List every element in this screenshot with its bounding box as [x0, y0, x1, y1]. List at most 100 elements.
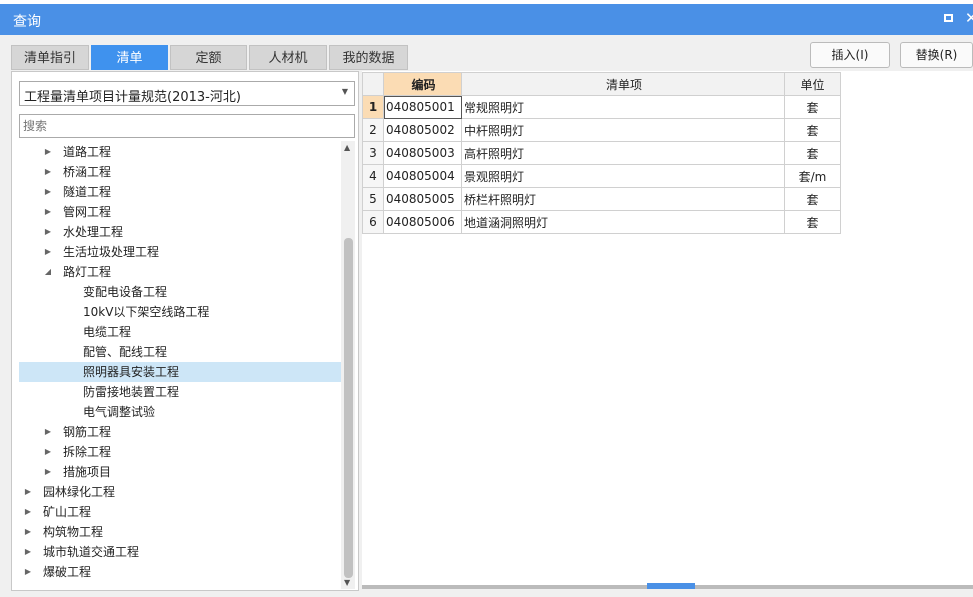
row-number: 6 [362, 210, 384, 234]
table-row[interactable]: 3 040805003 高杆照明灯套 [362, 141, 841, 165]
cell-name[interactable]: 高杆照明灯 [461, 141, 785, 165]
tree-item-label: 管网工程 [63, 205, 112, 219]
tree-item[interactable]: ▶ 爆破工程 [19, 562, 341, 582]
replace-button[interactable]: 替换(R) [900, 42, 973, 68]
collapse-arrow-icon[interactable]: ▶ [43, 222, 53, 242]
tree-item[interactable]: 防雷接地装置工程 [19, 382, 341, 402]
column-header-name[interactable]: 清单项 [461, 72, 785, 96]
tree-item[interactable]: 10kV以下架空线路工程 [19, 302, 341, 322]
cell-code[interactable]: 040805003 [383, 141, 462, 165]
tree-item[interactable]: ▶ 隧道工程 [19, 182, 341, 202]
tree-item-label: 水处理工程 [63, 225, 124, 239]
cell-unit[interactable]: 套 [784, 187, 841, 211]
collapse-arrow-icon[interactable]: ▶ [43, 162, 53, 182]
cell-unit[interactable]: 套 [784, 118, 841, 142]
cell-code[interactable]: 040805005 [383, 187, 462, 211]
tree-item-label: 照明器具安装工程 [83, 365, 180, 379]
tree-scrollbar[interactable]: ▲ ▼ [341, 141, 355, 589]
row-number: 2 [362, 118, 384, 142]
collapse-arrow-icon[interactable]: ▶ [43, 242, 53, 262]
tab-my-data[interactable]: 我的数据 [329, 45, 408, 70]
row-number: 5 [362, 187, 384, 211]
tree-item-label: 防雷接地装置工程 [83, 385, 180, 399]
cell-name[interactable]: 桥栏杆照明灯 [461, 187, 785, 211]
expand-arrow-icon[interactable]: ◢ [43, 262, 53, 282]
cell-code[interactable]: 040805004 [383, 164, 462, 188]
collapse-arrow-icon[interactable]: ▶ [23, 542, 33, 562]
scroll-up-icon[interactable]: ▲ [344, 143, 350, 152]
tree-item[interactable]: 电气调整试验 [19, 402, 341, 422]
tree-item[interactable]: ▶ 构筑物工程 [19, 522, 341, 542]
cell-code[interactable]: 040805006 [383, 210, 462, 234]
tree-item[interactable]: ▶ 矿山工程 [19, 502, 341, 522]
cell-name[interactable]: 景观照明灯 [461, 164, 785, 188]
collapse-arrow-icon[interactable]: ▶ [23, 482, 33, 502]
spec-select[interactable]: 工程量清单项目计量规范(2013-河北) ▼ [19, 81, 355, 106]
tab-quota[interactable]: 定额 [170, 45, 247, 70]
tree-item[interactable]: ▶ 桥涵工程 [19, 162, 341, 182]
cell-name[interactable]: 地道涵洞照明灯 [461, 210, 785, 234]
collapse-arrow-icon[interactable]: ▶ [23, 562, 33, 582]
table-row[interactable]: 5 040805005 桥栏杆照明灯套 [362, 187, 841, 211]
tree-item[interactable]: ▶ 生活垃圾处理工程 [19, 242, 341, 262]
tree-item-label: 城市轨道交通工程 [43, 545, 140, 559]
tree-item-label: 10kV以下架空线路工程 [83, 305, 210, 319]
cell-code[interactable]: 040805001 [383, 95, 462, 119]
bill-grid: 编码 清单项 单位 1 040805001 常规照明灯套 2 040805002 中杆照明… [362, 72, 841, 234]
collapse-arrow-icon[interactable]: ▶ [43, 182, 53, 202]
collapse-arrow-icon[interactable]: ▶ [23, 502, 33, 522]
tab-bill[interactable]: 清单 [91, 45, 168, 70]
tree-item[interactable]: ▶ 水处理工程 [19, 222, 341, 242]
splitter-grip[interactable] [647, 583, 695, 589]
scroll-thumb[interactable] [344, 238, 353, 578]
tab-labor-material[interactable]: 人材机 [249, 45, 327, 70]
cell-unit[interactable]: 套/m [784, 164, 841, 188]
cell-code[interactable]: 040805002 [383, 118, 462, 142]
tree-item-label: 电缆工程 [83, 325, 132, 339]
table-row[interactable]: 2 040805002 中杆照明灯套 [362, 118, 841, 142]
tree-item-label: 生活垃圾处理工程 [63, 245, 160, 259]
splitter-bar[interactable] [362, 583, 973, 589]
close-icon[interactable]: ✕ [965, 9, 973, 27]
cell-unit[interactable]: 套 [784, 141, 841, 165]
cell-name[interactable]: 常规照明灯 [461, 95, 785, 119]
tree-item[interactable]: ▶ 钢筋工程 [19, 422, 341, 442]
table-row[interactable]: 6 040805006 地道涵洞照明灯套 [362, 210, 841, 234]
column-header-unit[interactable]: 单位 [784, 72, 841, 96]
grid-header-row: 编码 清单项 单位 [362, 72, 841, 96]
tree-item-label: 隧道工程 [63, 185, 112, 199]
window-title: 查询 [13, 14, 41, 30]
column-header-code[interactable]: 编码 [383, 72, 462, 96]
tree-item[interactable]: ▶ 拆除工程 [19, 442, 341, 462]
collapse-arrow-icon[interactable]: ▶ [43, 442, 53, 462]
insert-button[interactable]: 插入(I) [810, 42, 890, 68]
tree-item[interactable]: ▶ 园林绿化工程 [19, 482, 341, 502]
collapse-arrow-icon[interactable]: ▶ [43, 462, 53, 482]
tree-item[interactable]: 照明器具安装工程 [19, 362, 341, 382]
tree-item-label: 道路工程 [63, 145, 112, 159]
cell-unit[interactable]: 套 [784, 95, 841, 119]
tree-item[interactable]: ▶ 道路工程 [19, 142, 341, 162]
scroll-down-icon[interactable]: ▼ [344, 578, 350, 587]
tab-guide[interactable]: 清单指引 [11, 45, 89, 70]
collapse-arrow-icon[interactable]: ▶ [23, 522, 33, 542]
cell-name[interactable]: 中杆照明灯 [461, 118, 785, 142]
tree-item[interactable]: ▶ 管网工程 [19, 202, 341, 222]
search-input[interactable] [19, 114, 355, 138]
tree-item[interactable]: 电缆工程 [19, 322, 341, 342]
row-number: 3 [362, 141, 384, 165]
row-number: 4 [362, 164, 384, 188]
tree-item[interactable]: 变配电设备工程 [19, 282, 341, 302]
tree-item[interactable]: 配管、配线工程 [19, 342, 341, 362]
maximize-icon[interactable] [944, 14, 953, 22]
tree-item[interactable]: ▶ 措施项目 [19, 462, 341, 482]
table-row[interactable]: 1 040805001 常规照明灯套 [362, 95, 841, 119]
cell-unit[interactable]: 套 [784, 210, 841, 234]
table-row[interactable]: 4 040805004 景观照明灯 套/m [362, 164, 841, 188]
collapse-arrow-icon[interactable]: ▶ [43, 202, 53, 222]
tree-item[interactable]: ◢ 路灯工程 [19, 262, 341, 282]
collapse-arrow-icon[interactable]: ▶ [43, 422, 53, 442]
tree-item-label: 桥涵工程 [63, 165, 112, 179]
tree-item[interactable]: ▶ 城市轨道交通工程 [19, 542, 341, 562]
collapse-arrow-icon[interactable]: ▶ [43, 142, 53, 162]
